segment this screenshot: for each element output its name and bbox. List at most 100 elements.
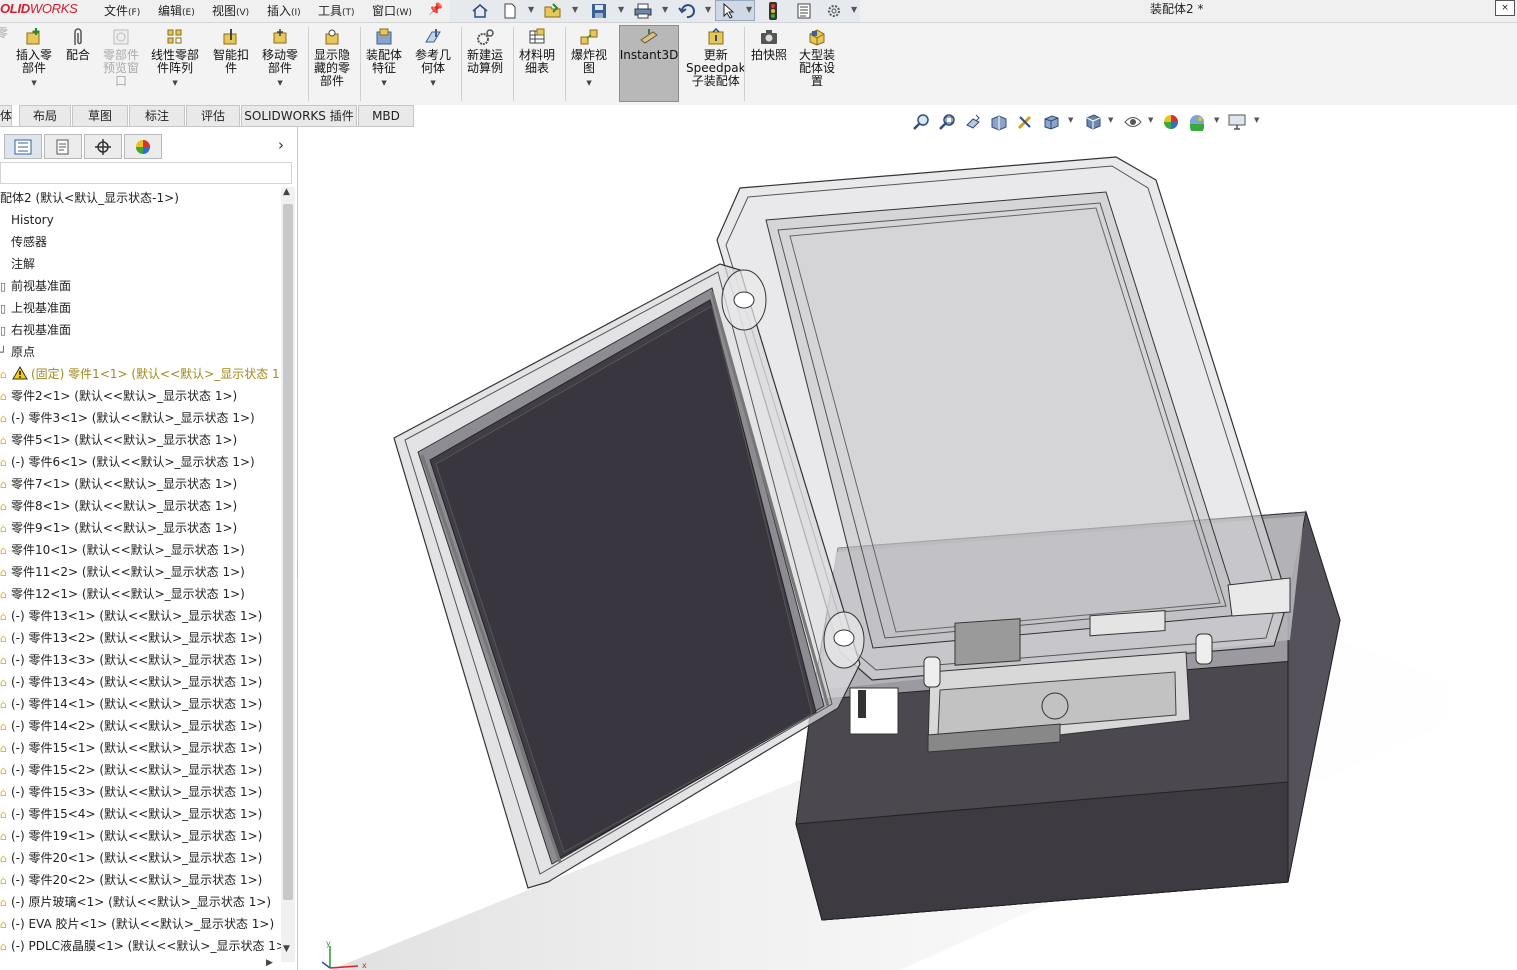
tree-item[interactable]: ⌂ 零件5<1> (默认<<默认>_显示状态 1>) (0, 429, 237, 451)
scroll-right-arrow-icon[interactable]: ▶ (266, 958, 273, 968)
show-hidden-components-button[interactable]: 显示隐 藏的零 部件 (314, 27, 350, 88)
graphics-area[interactable] (298, 127, 1517, 970)
tree-item[interactable]: ⌂ 零件9<1> (默认<<默认>_显示状态 1>) (0, 517, 237, 539)
solidworks-logo[interactable]: OLIDWORKS (0, 1, 78, 16)
linear-pattern-dropdown-icon[interactable]: ▼ (172, 77, 177, 90)
home-icon[interactable] (470, 0, 490, 21)
dynamic-annotation-icon[interactable] (1014, 111, 1036, 133)
tree-item[interactable]: ⌂ (-) 零件6<1> (默认<<默认>_显示状态 1>) (0, 451, 255, 473)
tree-item[interactable]: ⌂ 零件8<1> (默认<<默认>_显示状态 1>) (0, 495, 237, 517)
tree-item[interactable]: ⌂ (-) 零件3<1> (默认<<默认>_显示状态 1>) (0, 407, 255, 429)
tree-item[interactable]: ⌂ (-) 零件15<1> (默认<<默认>_显示状态 1>) (0, 737, 262, 759)
assembly-3d-model[interactable] (298, 127, 1517, 970)
new-document-icon[interactable] (500, 0, 520, 21)
open-dropdown-arrow-icon[interactable]: ▼ (572, 5, 578, 14)
hide-show-dropdown-icon[interactable]: ▼ (1148, 116, 1153, 124)
tree-item[interactable]: ▯ 右视基准面 (0, 319, 71, 341)
exploded-view-button[interactable]: 爆炸视 图 ▼ (571, 27, 607, 90)
tree-item[interactable]: 传感器 (0, 231, 47, 253)
save-icon[interactable] (588, 0, 610, 21)
tree-item[interactable]: ⌂ (-) 零件20<2> (默认<<默认>_显示状态 1>) (0, 869, 262, 891)
tree-item[interactable]: History (0, 209, 54, 231)
tree-root-assembly[interactable]: 配体2 (默认<默认_显示状态-1>) (0, 187, 179, 209)
display-style-icon[interactable] (1082, 111, 1104, 133)
feature-manager-filter-input[interactable] (0, 162, 292, 184)
print-icon[interactable] (632, 0, 654, 21)
tree-item[interactable]: ⌂ (-) 零件13<2> (默认<<默认>_显示状态 1>) (0, 627, 262, 649)
new-dropdown-arrow-icon[interactable]: ▼ (528, 5, 534, 14)
menu-window[interactable]: 窗口(W) (372, 2, 412, 19)
reference-geometry-dropdown-icon[interactable]: ▼ (430, 77, 435, 90)
view-orientation-dropdown-icon[interactable]: ▼ (1068, 116, 1073, 124)
menu-insert[interactable]: 插入(I) (267, 2, 301, 19)
pin-icon[interactable]: 📌 (428, 2, 443, 16)
tab-sketch[interactable]: 草图 (72, 105, 128, 126)
tab-configuration-manager[interactable] (84, 134, 122, 159)
menu-file[interactable]: 文件(F) (104, 2, 140, 19)
tab-assembly[interactable]: 体 (0, 105, 12, 126)
menu-edit[interactable]: 编辑(E) (158, 2, 195, 19)
instant3d-button[interactable]: Instant3D (620, 27, 678, 62)
tree-item[interactable]: ⌂ 零件10<1> (默认<<默认>_显示状态 1>) (0, 539, 245, 561)
assembly-features-dropdown-icon[interactable]: ▼ (381, 77, 386, 90)
tree-item[interactable]: ┘ 原点 (0, 341, 35, 363)
tree-item[interactable]: ⌂ (-) PDLC液晶膜<1> (默认<<默认>_显示状态 1>) (0, 935, 281, 957)
rebuild-traffic-light-icon[interactable] (764, 0, 782, 21)
edit-appearance-icon[interactable] (1160, 111, 1182, 133)
view-settings-dropdown-icon[interactable]: ▼ (1254, 116, 1259, 124)
feature-tree-scrollbar[interactable]: ▲ ▼ (281, 187, 295, 962)
open-icon[interactable] (542, 0, 564, 21)
tab-layout[interactable]: 布局 (19, 105, 71, 126)
tab-mbd[interactable]: MBD (358, 105, 414, 126)
menu-view[interactable]: 视图(V) (212, 2, 249, 19)
tree-item[interactable]: ⌂ (-) 零件13<3> (默认<<默认>_显示状态 1>) (0, 649, 262, 671)
new-motion-study-button[interactable]: 新建运 动算例 (467, 27, 503, 75)
scroll-up-arrow-icon[interactable]: ▲ (283, 187, 290, 197)
tab-property-manager[interactable] (44, 134, 82, 159)
assembly-features-button[interactable]: 装配体 特征 ▼ (366, 27, 402, 90)
scroll-down-arrow-icon[interactable]: ▼ (283, 944, 290, 954)
update-speedpak-button[interactable]: 更新 Speedpak 子装配体 (686, 27, 746, 88)
apply-scene-icon[interactable] (1186, 111, 1208, 133)
tree-item[interactable]: ⌂ (-) 零件20<1> (默认<<默认>_显示状态 1>) (0, 847, 262, 869)
tree-item[interactable]: ⌂ 零件7<1> (默认<<默认>_显示状态 1>) (0, 473, 237, 495)
select-cursor-icon[interactable] (719, 0, 739, 21)
save-dropdown-arrow-icon[interactable]: ▼ (618, 5, 624, 14)
zoom-to-area-icon[interactable] (936, 111, 958, 133)
tab-markup[interactable]: 标注 (129, 105, 185, 126)
tree-item[interactable]: ⌂ 零件2<1> (默认<<默认>_显示状态 1>) (0, 385, 237, 407)
tree-item[interactable]: 注解 (0, 253, 35, 275)
tree-item[interactable]: ⌂ (-) 零件15<2> (默认<<默认>_显示状态 1>) (0, 759, 262, 781)
file-properties-icon[interactable] (794, 0, 814, 21)
tree-item[interactable]: ⌂ (-) 零件13<1> (默认<<默认>_显示状态 1>) (0, 605, 262, 627)
print-dropdown-arrow-icon[interactable]: ▼ (662, 5, 668, 14)
mate-button[interactable]: 配合 (66, 27, 90, 62)
previous-view-icon[interactable] (962, 111, 984, 133)
options-dropdown-arrow-icon[interactable]: ▼ (851, 5, 857, 14)
bill-of-materials-button[interactable]: 材料明 细表 (519, 27, 555, 75)
tree-item[interactable]: ⌂ (-) 零件14<1> (默认<<默认>_显示状态 1>) (0, 693, 262, 715)
hide-show-items-icon[interactable] (1122, 111, 1144, 133)
view-orientation-icon[interactable] (1040, 111, 1062, 133)
move-component-dropdown-icon[interactable]: ▼ (277, 77, 282, 90)
linear-pattern-button[interactable]: 线性零部 件阵列 ▼ (151, 27, 199, 90)
tree-item[interactable]: ⌂ (-) 原片玻璃<1> (默认<<默认>_显示状态 1>) (0, 891, 271, 913)
move-component-button[interactable]: 移动零 部件 ▼ (262, 27, 298, 90)
tree-item[interactable]: ⌂ (-) 零件15<4> (默认<<默认>_显示状态 1>) (0, 803, 262, 825)
menu-tools[interactable]: 工具(T) (318, 2, 355, 19)
tree-item[interactable]: ⌂ (-) 零件15<3> (默认<<默认>_显示状态 1>) (0, 781, 262, 803)
tab-feature-tree[interactable] (4, 134, 42, 159)
component-preview-button[interactable]: 零部件 预览窗 口 (103, 27, 139, 88)
smart-fasteners-button[interactable]: 智能扣 件 (213, 27, 249, 75)
display-style-dropdown-icon[interactable]: ▼ (1108, 116, 1113, 124)
tree-item[interactable]: ⌂ (-) 零件14<2> (默认<<默认>_显示状态 1>) (0, 715, 262, 737)
take-snapshot-button[interactable]: 拍快照 (751, 27, 787, 62)
exploded-view-dropdown-icon[interactable]: ▼ (586, 77, 591, 90)
tree-item[interactable]: ⌂ (-) 零件19<1> (默认<<默认>_显示状态 1>) (0, 825, 262, 847)
large-assembly-settings-button[interactable]: 大型装 配体设 置 (799, 27, 835, 88)
tree-item[interactable]: ⌂ 零件11<2> (默认<<默认>_显示状态 1>) (0, 561, 245, 583)
tree-item[interactable]: ▯ 上视基准面 (0, 297, 71, 319)
insert-components-button[interactable]: 插入零 部件 ▼ (16, 27, 52, 90)
section-view-icon[interactable] (988, 111, 1010, 133)
tree-item[interactable]: ⌂ (固定) 零件1<1> (默认<<默认>_显示状态 1> (0, 363, 281, 385)
